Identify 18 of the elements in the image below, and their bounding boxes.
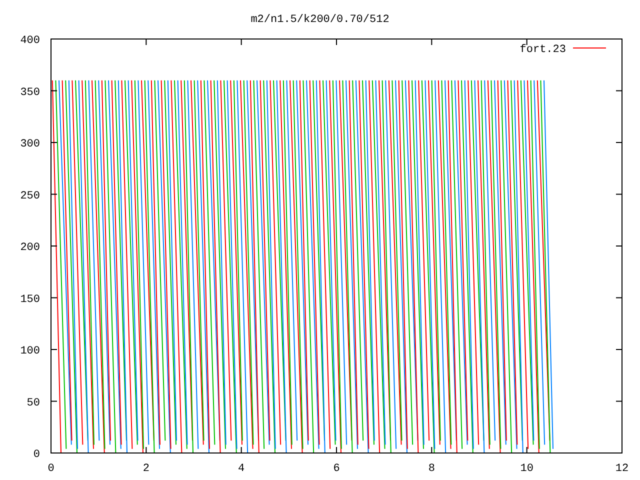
x-tick-label: 8 [428,463,435,475]
y-tick-label: 100 [20,346,40,358]
y-tick-label: 200 [20,242,40,254]
legend-label: fort.23 [520,44,566,56]
y-tick-label: 0 [33,449,40,461]
x-tick-label: 12 [615,463,629,475]
y-tick-label: 350 [20,86,40,99]
x-tick-label: 10 [520,463,534,475]
y-tick-label: 50 [26,397,40,410]
y-tick-label: 150 [20,294,40,306]
y-tick-label: 300 [20,138,40,150]
x-tick-label: 0 [48,463,54,475]
chart-title: m2/n1.5/k200/0.70/512 [250,14,390,26]
x-tick-label: 6 [333,463,340,475]
y-tick-label: 250 [20,190,40,202]
x-tick-label: 4 [238,463,245,475]
y-tick-label: 400 [20,35,40,47]
x-tick-label: 2 [142,463,150,475]
